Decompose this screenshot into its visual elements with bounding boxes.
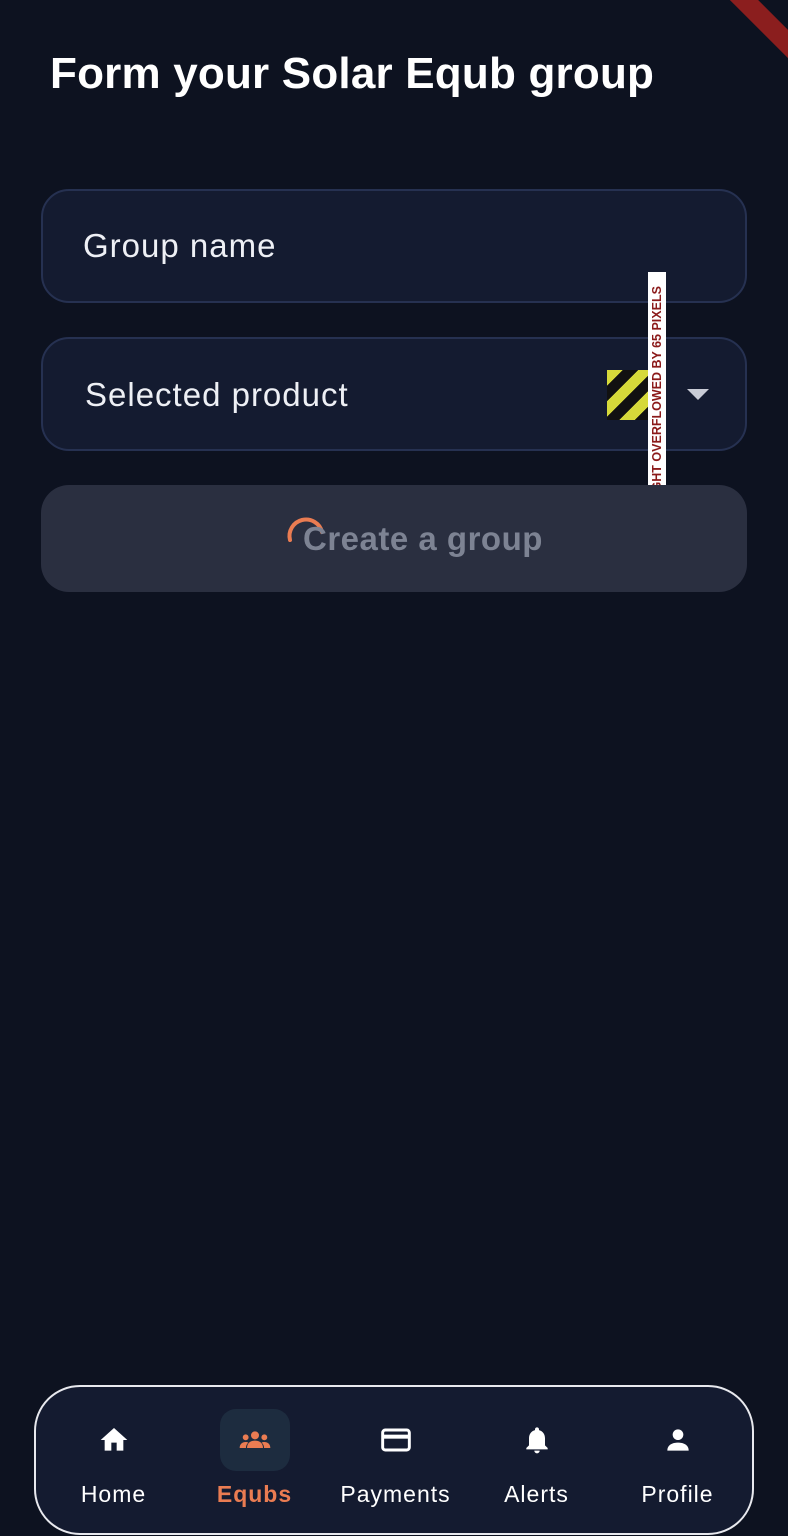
nav-item-equbs[interactable]: Equbs — [184, 1387, 325, 1533]
overflow-warning-text: RIGHT OVERFLOWED BY 65 PIXELS — [650, 286, 664, 504]
nav-item-profile[interactable]: Profile — [607, 1387, 748, 1533]
nav-label-alerts: Alerts — [504, 1481, 569, 1507]
bell-icon — [525, 1427, 548, 1454]
nav-label-profile: Profile — [641, 1481, 714, 1507]
create-group-label: Create a group — [303, 520, 543, 557]
group-name-input[interactable] — [83, 191, 683, 301]
nav-item-home[interactable]: Home — [43, 1387, 184, 1533]
nav-icon-container — [502, 1409, 572, 1471]
nav-icon-container — [643, 1409, 713, 1471]
nav-label-home: Home — [80, 1481, 147, 1507]
overflow-indicator — [607, 370, 653, 420]
page-title: Form your Solar Equb group — [50, 49, 655, 98]
create-group-button[interactable]: Create a group — [41, 485, 747, 592]
product-dropdown[interactable]: Selected product — [41, 337, 747, 451]
credit-card-icon — [380, 1428, 411, 1452]
bottom-navigation: Home Equbs Payments Alerts Profile — [34, 1385, 754, 1535]
nav-item-alerts[interactable]: Alerts — [466, 1387, 607, 1533]
group-icon — [239, 1431, 270, 1448]
nav-icon-container — [79, 1409, 149, 1471]
nav-icon-container — [361, 1409, 431, 1471]
overflow-warning-label: RIGHT OVERFLOWED BY 65 PIXELS — [648, 272, 666, 518]
home-icon — [100, 1428, 127, 1451]
product-select-value: Selected product — [85, 376, 349, 413]
chevron-down-icon[interactable] — [687, 389, 709, 400]
person-icon — [666, 1429, 689, 1451]
nav-label-payments: Payments — [340, 1481, 451, 1507]
nav-icon-container-active — [219, 1409, 290, 1471]
nav-label-equbs: Equbs — [216, 1481, 293, 1507]
group-name-field[interactable] — [41, 189, 747, 303]
nav-item-payments[interactable]: Payments — [325, 1387, 466, 1533]
debug-banner — [728, 0, 788, 60]
